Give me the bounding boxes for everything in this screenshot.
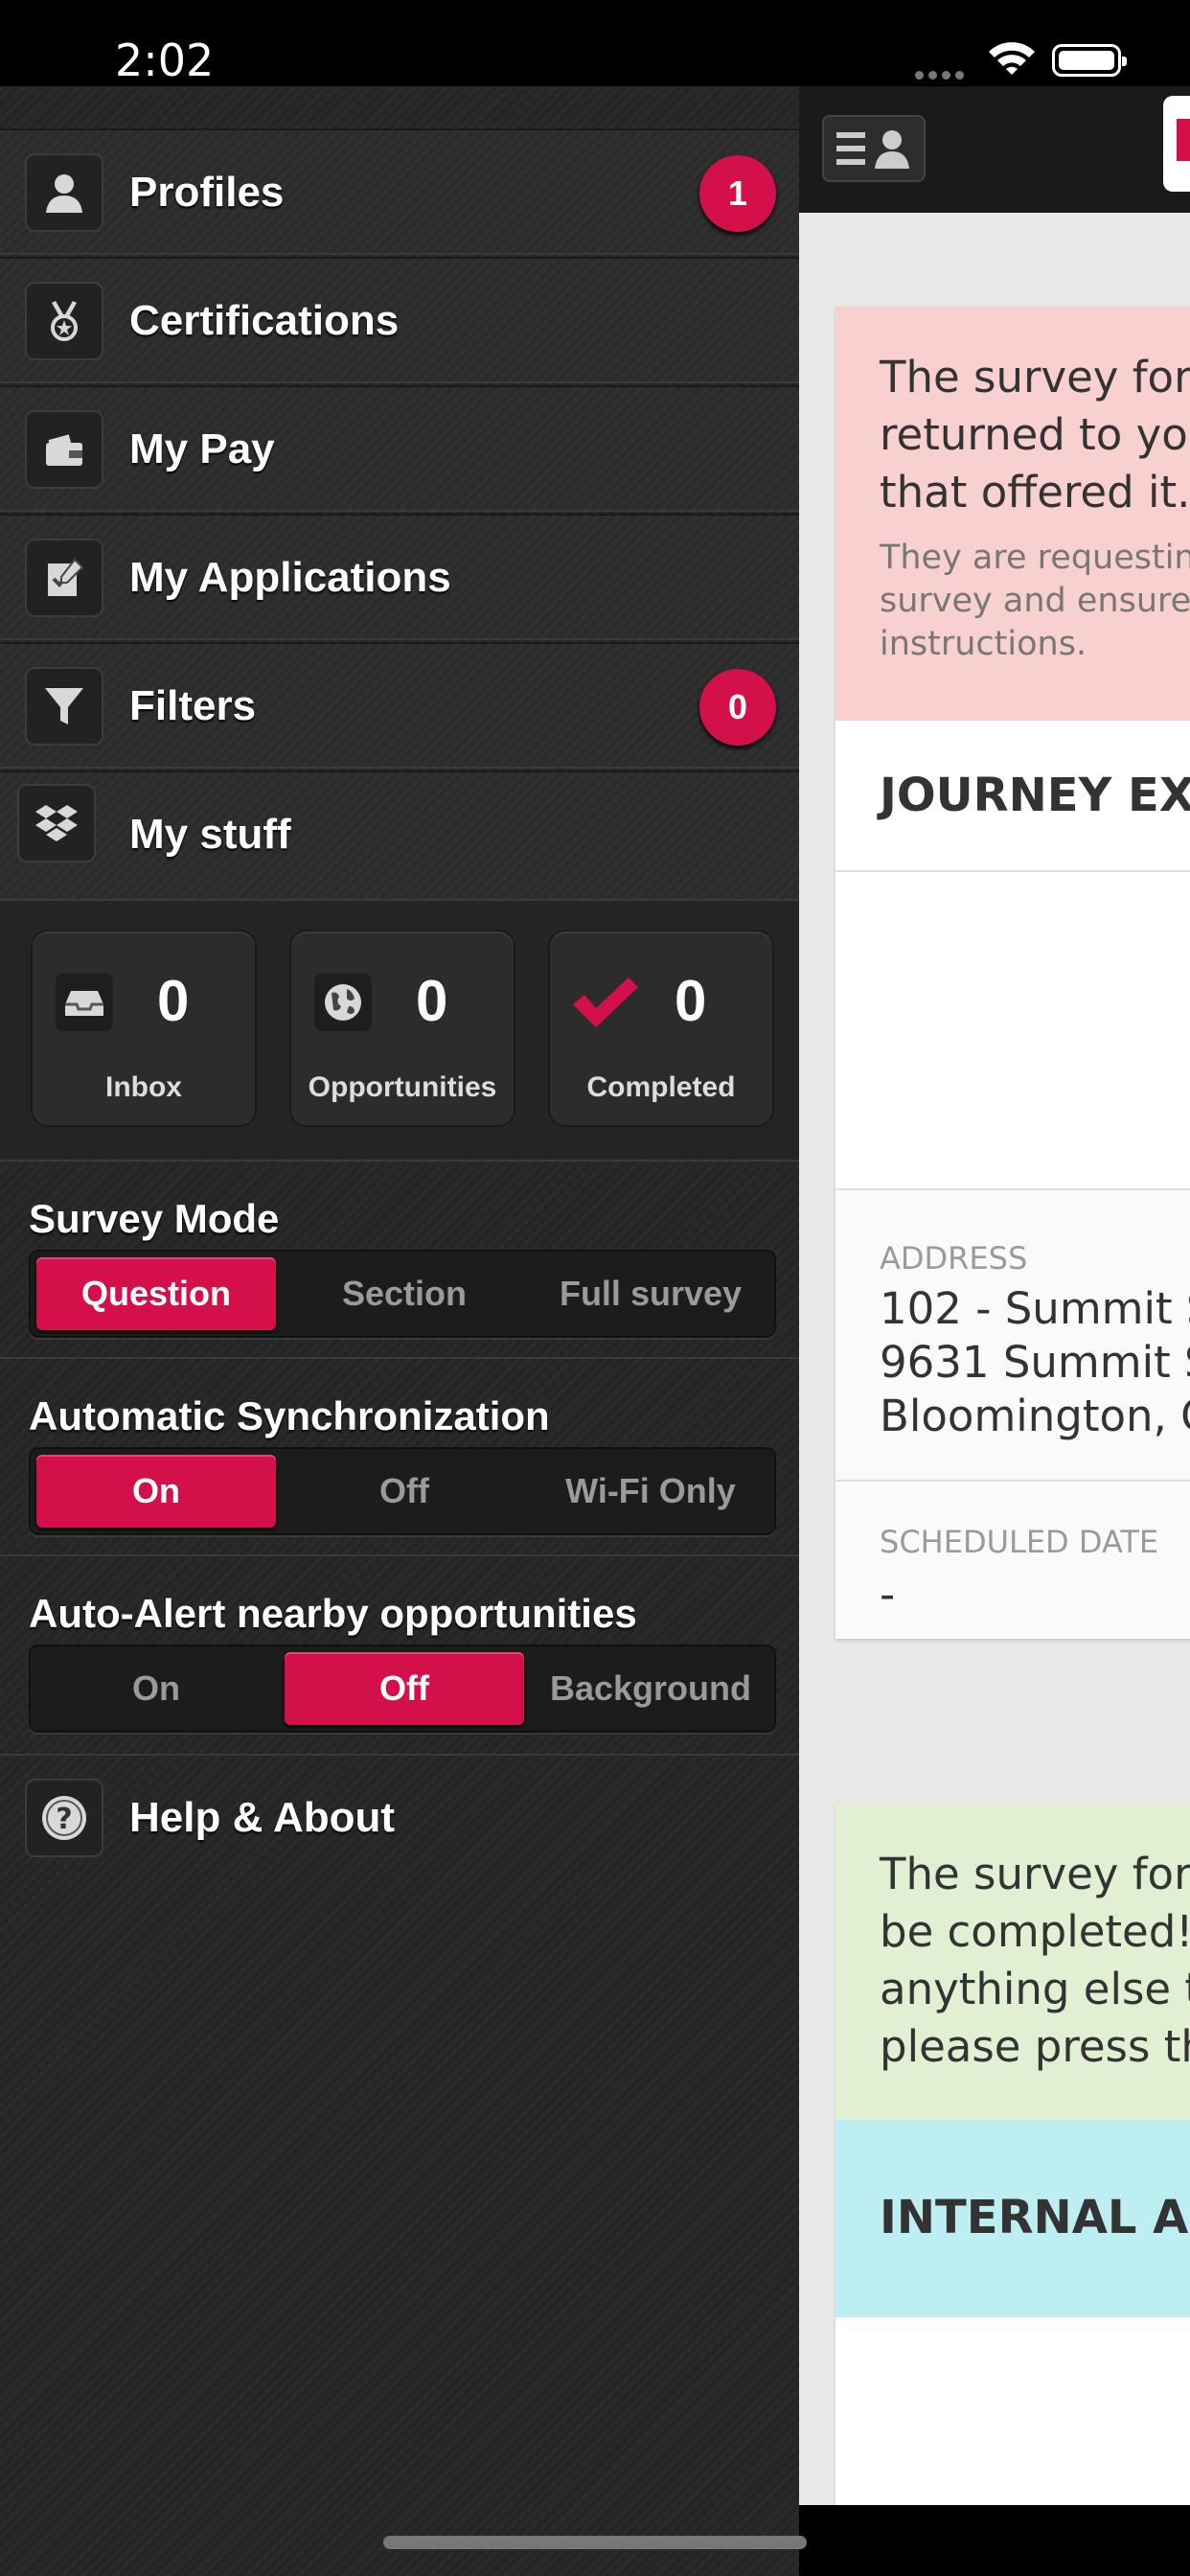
inbox-count: 0 (157, 969, 190, 1033)
completed-alert: The survey for be completed! anything el… (835, 1804, 1190, 2120)
status-bar: 2:02 (0, 0, 1190, 86)
opportunities-label: Opportunities (308, 1071, 497, 1103)
alert-line: that offered it. (880, 467, 1190, 518)
main-content: The survey for returned to you that offe… (799, 86, 1190, 2513)
survey-title: INTERNAL AU (880, 2191, 1190, 2244)
question-icon: ? (25, 1779, 103, 1857)
sidebar-item-profiles[interactable]: Profiles 1 (0, 128, 799, 255)
returned-alert: The survey for returned to you that offe… (835, 307, 1190, 721)
sidebar-item-my-pay[interactable]: My Pay (0, 385, 799, 512)
scheduled-date-label: SCHEDULED DATE (880, 1524, 1159, 1560)
inbox-icon (56, 974, 113, 1031)
sidebar-item-certifications[interactable]: Certifications (0, 257, 799, 383)
survey-mode-full-survey[interactable]: Full survey (531, 1257, 770, 1330)
completed-count: 0 (675, 969, 707, 1033)
home-indicator[interactable] (383, 2536, 807, 2549)
sidebar-item-my-applications[interactable]: My Applications (0, 514, 799, 640)
auto-alert-title: Auto-Alert nearby opportunities (29, 1591, 637, 1636)
header-action-button[interactable] (1163, 96, 1190, 192)
bottom-bar (799, 2505, 1190, 2576)
alert-line: returned to you (880, 409, 1190, 460)
alert-line: anything else t (880, 1964, 1190, 2014)
profiles-badge: 1 (699, 155, 776, 232)
address-line: 102 - Summit S (880, 1283, 1190, 1334)
help-about-label: Help & About (129, 1794, 395, 1841)
survey-mode-selector: Question Section Full survey (29, 1250, 776, 1338)
top-bar (799, 86, 1190, 213)
address-section: ADDRESS 102 - Summit S 9631 Summit S Blo… (835, 1190, 1190, 1482)
signal-icon (915, 67, 973, 80)
wallet-icon (25, 410, 103, 489)
filter-icon (25, 667, 103, 746)
sidebar-item-label: Certifications (129, 297, 400, 344)
medal-icon (25, 282, 103, 360)
auto-alert-background[interactable]: Background (531, 1652, 770, 1725)
inbox-card[interactable]: 0 Inbox (31, 930, 257, 1127)
alert-line: please press th (880, 2021, 1190, 2072)
survey-card[interactable]: The survey for returned to you that offe… (835, 307, 1190, 1639)
divider (0, 1357, 799, 1359)
auto-alert-selector: On Off Background (29, 1644, 776, 1733)
battery-icon (1052, 44, 1127, 77)
card-header: JOURNEY EXI (835, 721, 1190, 872)
my-stuff-panel: 0 Inbox 0 Opportunities 0 Completed (0, 901, 799, 1162)
inbox-label: Inbox (105, 1071, 182, 1103)
alert-sub-line: survey and ensure (880, 582, 1190, 620)
svg-text:?: ? (56, 1803, 72, 1836)
sidebar-item-label: My stuff (129, 811, 291, 858)
application-icon (25, 539, 103, 617)
address-label: ADDRESS (880, 1240, 1028, 1276)
completed-card[interactable]: 0 Completed (548, 930, 774, 1127)
menu-toggle-button[interactable] (822, 115, 926, 182)
sidebar-item-label: Profiles (129, 169, 285, 216)
sidebar-item-label: Filters (129, 682, 257, 729)
auto-sync-selector: On Off Wi-Fi Only (29, 1447, 776, 1535)
globe-icon (314, 974, 372, 1031)
alert-line: The survey for (880, 1849, 1190, 1899)
completed-label: Completed (586, 1071, 736, 1103)
alert-line: be completed! (880, 1906, 1190, 1957)
auto-alert-off[interactable]: Off (285, 1652, 524, 1725)
alert-sub-line: instructions. (880, 625, 1087, 663)
survey-card[interactable]: The survey for be completed! anything el… (835, 1804, 1190, 2513)
survey-mode-question[interactable]: Question (36, 1257, 276, 1330)
survey-title: JOURNEY EXI (880, 769, 1190, 822)
sidebar-item-filters[interactable]: Filters 0 (0, 642, 799, 769)
address-line: 9631 Summit S (880, 1337, 1190, 1388)
person-icon (25, 153, 103, 232)
opportunities-card[interactable]: 0 Opportunities (289, 930, 515, 1127)
filters-badge: 0 (699, 669, 776, 746)
sidebar-item-label: My Applications (129, 554, 451, 601)
scheduled-date-section: SCHEDULED DATE - (835, 1482, 1190, 1639)
divider (0, 1554, 799, 1556)
sidebar-item-my-stuff[interactable]: My stuff (0, 770, 799, 901)
sidebar-item-help-about[interactable]: ? Help & About (0, 1756, 799, 1882)
opportunities-count: 0 (416, 969, 448, 1033)
status-time: 2:02 (115, 34, 215, 86)
sidebar-item-label: My Pay (129, 426, 275, 472)
survey-mode-title: Survey Mode (29, 1196, 280, 1241)
card-header: INTERNAL AU (835, 2120, 1190, 2317)
sidebar: Profiles 1 Certifications My Pay My Appl… (0, 86, 799, 2576)
scheduled-date-value: - (880, 1569, 896, 1620)
divider (0, 1160, 799, 1162)
address-line: Bloomington, C (880, 1391, 1190, 1441)
alert-line: The survey for (880, 352, 1190, 402)
card-media-area (835, 872, 1190, 1190)
auto-sync-off[interactable]: Off (285, 1455, 524, 1528)
dropbox-icon (17, 784, 96, 862)
auto-alert-on[interactable]: On (36, 1652, 276, 1725)
wifi-icon (987, 38, 1037, 81)
auto-sync-wifi-only[interactable]: Wi-Fi Only (531, 1455, 770, 1528)
auto-sync-on[interactable]: On (36, 1455, 276, 1528)
auto-sync-title: Automatic Synchronization (29, 1393, 550, 1438)
alert-sub-line: They are requesting (880, 539, 1190, 577)
checkmark-icon (569, 974, 642, 1031)
survey-mode-section[interactable]: Section (285, 1257, 524, 1330)
